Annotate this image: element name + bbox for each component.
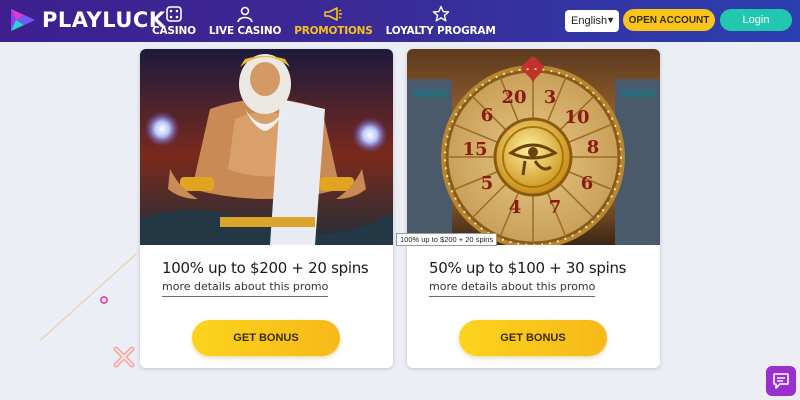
zeus-promo-image [140,49,393,245]
svg-text:8: 8 [587,137,600,158]
star-icon [431,4,451,24]
svg-text:4: 4 [509,197,522,218]
chevron-down-icon: ▼ [606,15,615,25]
svg-text:10: 10 [564,107,589,128]
svg-text:3: 3 [544,87,557,108]
svg-text:20: 20 [501,87,526,108]
open-account-button[interactable]: OPEN ACCOUNT [623,9,715,31]
get-bonus-button[interactable]: GET BONUS [459,320,607,356]
wheel-of-fortune-promo-image: 20 3 10 8 6 7 4 5 15 6 [407,49,660,245]
nav-label: PROMOTIONS [294,25,373,37]
svg-text:15: 15 [462,139,487,160]
nav-item-live-casino[interactable]: LIVE CASINO [209,4,281,37]
promo-details-link[interactable]: more details about this promo [429,280,596,297]
decorative-cross-icon [113,346,135,368]
main-nav: CASINO LIVE CASINO PROMOTIONS LOYALTY PR… [152,4,509,37]
svg-text:5: 5 [481,173,494,194]
logo[interactable]: PLAYLUCK [8,6,166,34]
nav-label: LIVE CASINO [208,25,282,37]
promo-card: 20 3 10 8 6 7 4 5 15 6 50% up to $100 + … [407,49,660,368]
promo-title: 50% up to $100 + 30 spins [429,259,627,277]
login-button[interactable]: Login [720,9,792,31]
svg-text:6: 6 [581,173,594,194]
megaphone-icon [323,4,343,24]
get-bonus-button[interactable]: GET BONUS [192,320,340,356]
svg-text:7: 7 [549,197,562,218]
top-header: PLAYLUCK CASINO LIVE CASINO PROMOTIONS L… [0,0,800,42]
nav-item-promotions[interactable]: PROMOTIONS [294,4,373,37]
decorative-circle [100,296,108,304]
promo-card: 100% up to $200 + 20 spins more details … [140,49,393,368]
nav-item-loyalty-program[interactable]: LOYALTY PROGRAM [386,4,496,37]
tooltip: 100% up to $200 + 20 spins [396,233,498,246]
language-select[interactable]: English ▼ [565,10,619,32]
decorative-line [39,253,137,341]
promo-title: 100% up to $200 + 20 spins [162,259,369,277]
nav-label: LOYALTY PROGRAM [385,25,496,37]
language-value: English [571,15,608,27]
nav-label: CASINO [152,25,196,37]
chat-icon [773,373,789,389]
nav-item-casino[interactable]: CASINO [152,4,196,37]
dice-icon [164,4,184,24]
promo-details-link[interactable]: more details about this promo [162,280,329,297]
logo-text: PLAYLUCK [42,8,166,32]
chat-button[interactable] [766,366,796,396]
svg-text:6: 6 [481,105,494,126]
dealer-icon [235,4,255,24]
logo-mark-icon [11,9,35,31]
